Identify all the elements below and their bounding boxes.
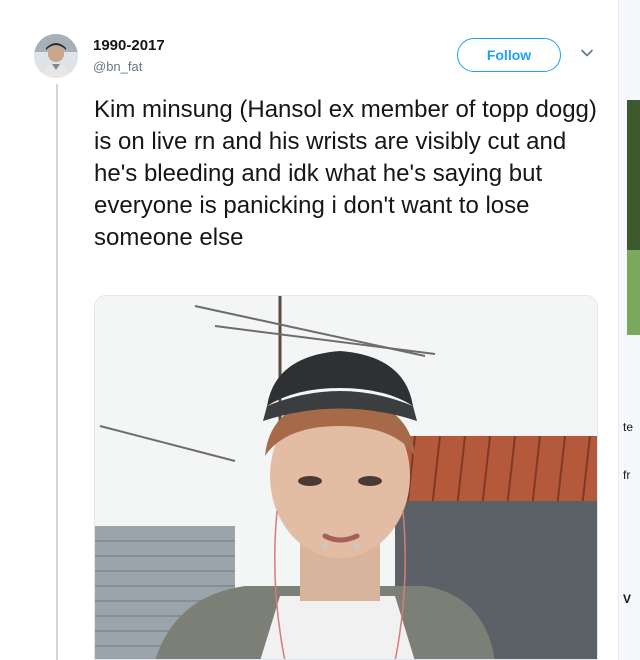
sidebar-text: te: [623, 420, 634, 434]
avatar[interactable]: [34, 34, 78, 78]
chevron-down-icon[interactable]: [580, 46, 594, 60]
sidebar-image: [627, 250, 640, 335]
sidebar-image: [627, 100, 640, 250]
sidebar-edge: te fr V: [618, 0, 640, 660]
sidebar-text: fr: [623, 468, 631, 482]
user-handle[interactable]: @bn_fat: [93, 59, 142, 74]
thread-line: [56, 84, 58, 660]
sidebar-text: V: [623, 592, 632, 606]
follow-button[interactable]: Follow: [457, 38, 561, 72]
display-name[interactable]: 1990-2017: [93, 37, 165, 54]
tweet-card: 1990-2017 @bn_fat Follow Kim minsung (Ha…: [0, 0, 618, 660]
tweet-text: Kim minsung (Hansol ex member of topp do…: [94, 96, 597, 251]
tweet-photo[interactable]: [94, 295, 598, 660]
